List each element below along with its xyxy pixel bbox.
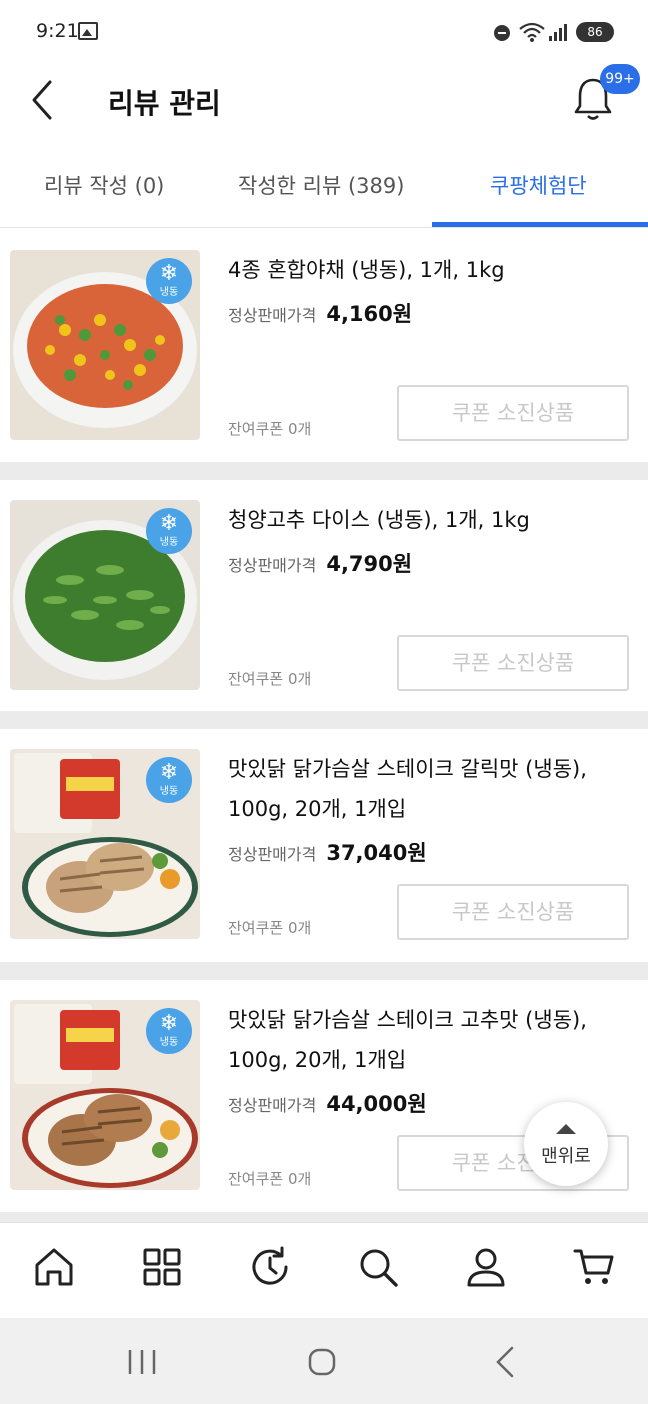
product-name[interactable]: 4종 혼합야채 (냉동), 1개, 1kg xyxy=(228,250,638,290)
scroll-to-top-label: 맨위로 xyxy=(541,1146,591,1167)
signal-icon xyxy=(549,24,567,41)
recent-apps-icon[interactable] xyxy=(122,1342,162,1382)
divider xyxy=(0,711,648,729)
coupon-exhausted-button[interactable]: 쿠폰 소진상품 xyxy=(397,635,629,691)
remaining-coupons: 잔여쿠폰 0개 xyxy=(228,1170,312,1188)
tab-write-review[interactable]: 리뷰 작성 (0) xyxy=(44,170,164,200)
product-image[interactable]: ❄ 냉동 xyxy=(10,500,200,690)
review-tabs: 리뷰 작성 (0) 작성한 리뷰 (389) 쿠팡체험단 xyxy=(0,146,648,228)
snowflake-icon: ❄ xyxy=(159,1011,179,1036)
price-row: 정상판매가격 37,040원 xyxy=(228,837,427,867)
snowflake-icon: ❄ xyxy=(159,261,179,286)
notification-badge: 99+ xyxy=(600,64,640,94)
product-price: 44,000원 xyxy=(326,1092,427,1116)
price-label: 정상판매가격 xyxy=(228,1096,317,1115)
frozen-badge: ❄ 냉동 xyxy=(146,258,192,304)
price-row: 정상판매가격 4,790원 xyxy=(228,548,412,578)
bottom-navigation xyxy=(0,1222,648,1318)
product-name[interactable]: 청양고추 다이스 (냉동), 1개, 1kg xyxy=(228,500,638,540)
coupon-exhausted-button[interactable]: 쿠폰 소진상품 xyxy=(397,884,629,940)
product-name[interactable]: 맛있닭 닭가슴살 스테이크 갈릭맛 (냉동), 100g, 20개, 1개입 xyxy=(228,749,638,829)
system-back-icon[interactable] xyxy=(486,1342,526,1382)
product-image[interactable]: ❄ 냉동 xyxy=(10,250,200,440)
my-account-icon[interactable] xyxy=(464,1245,508,1289)
snowflake-icon: ❄ xyxy=(159,511,179,536)
list-item[interactable]: ❄ 냉동 4종 혼합야채 (냉동), 1개, 1kg 정상판매가격 4,160원 … xyxy=(0,230,648,462)
divider xyxy=(0,462,648,480)
price-label: 정상판매가격 xyxy=(228,845,317,864)
remaining-coupons: 잔여쿠폰 0개 xyxy=(228,420,312,438)
price-label: 정상판매가격 xyxy=(228,556,317,575)
frozen-badge: ❄ 냉동 xyxy=(146,508,192,554)
tab-coupang-experience[interactable]: 쿠팡체험단 xyxy=(490,170,587,200)
tab-written-reviews[interactable]: 작성한 리뷰 (389) xyxy=(238,170,404,200)
divider xyxy=(0,962,648,980)
frozen-badge: ❄ 냉동 xyxy=(146,757,192,803)
home-icon[interactable] xyxy=(32,1245,76,1289)
product-image[interactable]: ❄ 냉동 xyxy=(10,749,200,939)
battery-indicator: 86 xyxy=(576,22,614,42)
product-price: 4,160원 xyxy=(326,302,413,326)
back-arrow-icon[interactable] xyxy=(28,78,60,122)
recent-history-icon[interactable] xyxy=(248,1245,292,1289)
active-tab-indicator xyxy=(432,222,648,227)
coupon-exhausted-button[interactable]: 쿠폰 소진상품 xyxy=(397,385,629,441)
snowflake-icon: ❄ xyxy=(159,760,179,785)
status-time: 9:21 xyxy=(36,20,79,42)
remaining-coupons: 잔여쿠폰 0개 xyxy=(228,670,312,688)
list-item[interactable]: ❄ 냉동 청양고추 다이스 (냉동), 1개, 1kg 정상판매가격 4,790원… xyxy=(0,480,648,712)
do-not-disturb-icon xyxy=(494,25,510,41)
home-button-icon[interactable] xyxy=(302,1342,342,1382)
wifi-icon xyxy=(519,22,545,42)
cart-icon[interactable] xyxy=(572,1245,616,1289)
price-row: 정상판매가격 4,160원 xyxy=(228,298,412,328)
price-label: 정상판매가격 xyxy=(228,306,317,325)
gallery-notification-icon xyxy=(78,22,98,40)
system-navigation-bar xyxy=(0,1318,648,1404)
price-row: 정상판매가격 44,000원 xyxy=(228,1088,427,1118)
divider xyxy=(0,1212,648,1222)
chevron-up-icon xyxy=(556,1124,576,1134)
page-title: 리뷰 관리 xyxy=(108,87,221,120)
search-icon[interactable] xyxy=(356,1245,400,1289)
app-header: 리뷰 관리 99+ xyxy=(0,64,648,136)
product-price: 4,790원 xyxy=(326,552,413,576)
product-name[interactable]: 맛있닭 닭가슴살 스테이크 고추맛 (냉동), 100g, 20개, 1개입 xyxy=(228,1000,638,1080)
category-grid-icon[interactable] xyxy=(140,1245,184,1289)
product-price: 37,040원 xyxy=(326,841,427,865)
frozen-badge: ❄ 냉동 xyxy=(146,1008,192,1054)
status-bar: 9:21 86 xyxy=(0,0,648,64)
remaining-coupons: 잔여쿠폰 0개 xyxy=(228,919,312,937)
scroll-to-top-button[interactable]: 맨위로 xyxy=(524,1102,608,1186)
product-image[interactable]: ❄ 냉동 xyxy=(10,1000,200,1190)
list-item[interactable]: ❄ 냉동 맛있닭 닭가슴살 스테이크 갈릭맛 (냉동), 100g, 20개, … xyxy=(0,729,648,961)
